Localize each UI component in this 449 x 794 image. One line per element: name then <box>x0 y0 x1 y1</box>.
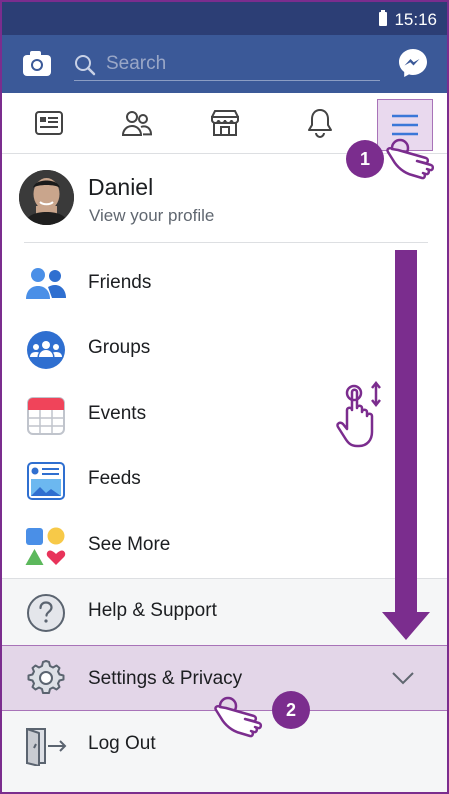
profile-name: Daniel <box>88 174 154 200</box>
feeds-icon <box>27 462 65 500</box>
swipe-hand-icon <box>336 380 381 448</box>
menu-item-label: See More <box>88 534 171 555</box>
tab-friends[interactable] <box>107 93 167 153</box>
top-bar: Search <box>2 35 447 93</box>
messenger-icon[interactable] <box>397 47 429 79</box>
avatar-portrait <box>19 170 74 225</box>
menu-item-label: Groups <box>88 337 151 358</box>
menu-item-groups[interactable]: Groups <box>2 317 447 383</box>
menu-item-label: Friends <box>88 272 152 293</box>
menu-item-friends[interactable]: Friends <box>2 252 447 318</box>
log-out-icon <box>26 728 67 766</box>
menu-item-label: Events <box>88 403 147 424</box>
menu-item-feeds[interactable]: Feeds <box>2 448 447 514</box>
camera-icon[interactable] <box>22 50 52 78</box>
menu-item-label: Feeds <box>88 468 141 489</box>
profile-subtitle: View your profile <box>89 206 215 225</box>
battery-icon <box>379 10 387 26</box>
see-more-icon <box>25 527 66 565</box>
status-bar: 15:16 <box>2 2 447 35</box>
divider <box>24 242 428 243</box>
bell-icon <box>308 109 332 139</box>
gear-icon <box>27 660 65 694</box>
menu-item-see-more[interactable]: See More <box>2 514 447 580</box>
menu-item-label: Log Out <box>88 733 156 754</box>
events-icon <box>27 397 65 435</box>
groups-icon <box>27 331 65 369</box>
tab-marketplace[interactable] <box>195 93 255 153</box>
tap-hand-icon <box>386 138 435 180</box>
news-feed-icon <box>35 111 63 135</box>
search-placeholder: Search <box>106 53 167 74</box>
search-icon <box>75 55 96 76</box>
friends-tab-icon <box>121 111 153 136</box>
search-input[interactable]: Search <box>74 49 380 81</box>
marketplace-icon <box>211 110 239 136</box>
help-icon <box>27 594 65 632</box>
chevron-down-icon[interactable] <box>391 670 415 686</box>
avatar <box>19 170 74 225</box>
friends-icon <box>26 268 66 299</box>
tab-notifications[interactable] <box>290 93 350 153</box>
menu-item-label: Settings & Privacy <box>88 668 243 689</box>
phone-screen: 15:16 Search Daniel View your profile Fr… <box>0 0 449 794</box>
tab-news-feed[interactable] <box>19 93 79 153</box>
tap-hand-icon <box>214 696 263 738</box>
status-time: 15:16 <box>394 10 437 29</box>
menu-item-help-support[interactable]: Help & Support <box>2 580 447 646</box>
menu-item-label: Help & Support <box>88 600 217 621</box>
